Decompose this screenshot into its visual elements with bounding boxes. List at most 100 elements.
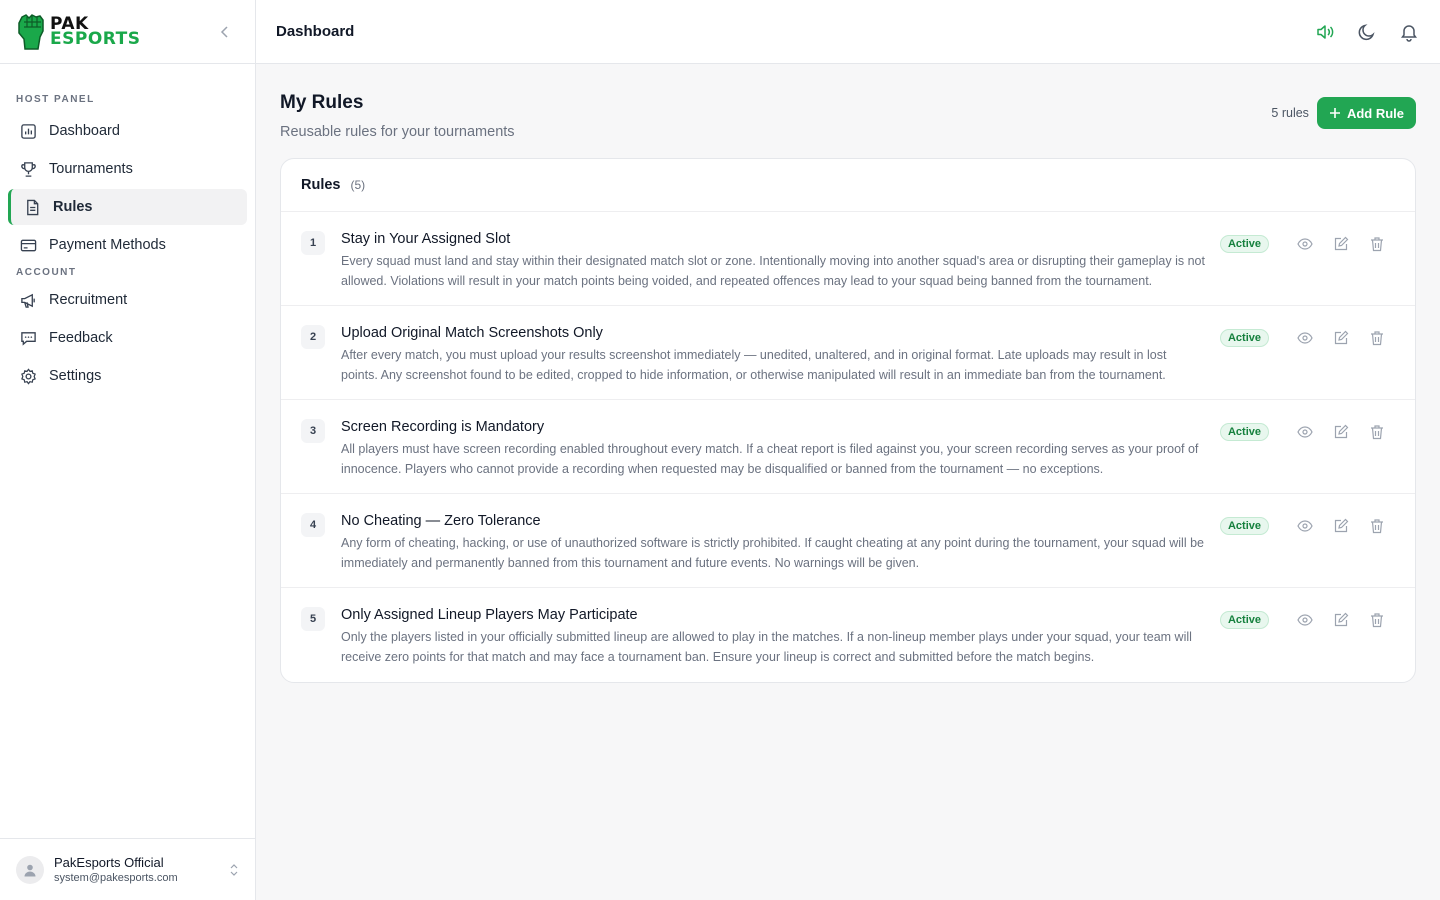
message-icon	[21, 331, 36, 346]
edit-icon	[1334, 612, 1349, 627]
bell-icon	[1401, 24, 1417, 42]
rules-card-title: Rules	[301, 177, 341, 193]
view-rule-button[interactable]	[1287, 329, 1323, 347]
rule-body: Screen Recording is Mandatory All player…	[341, 418, 1206, 493]
edit-rule-button[interactable]	[1323, 423, 1359, 441]
topbar-actions	[1314, 21, 1420, 43]
eye-icon	[1297, 332, 1313, 344]
rule-description: Only the players listed in your official…	[341, 630, 1192, 664]
view-rule-button[interactable]	[1287, 517, 1323, 535]
rule-description: After every match, you must upload your …	[341, 348, 1167, 382]
status-badge: Active	[1219, 517, 1269, 535]
delete-rule-button[interactable]	[1359, 235, 1395, 253]
trash-icon	[1371, 237, 1383, 252]
rules-card: Rules (5) 1 Stay in Your Assigned Slot E…	[280, 158, 1416, 683]
sidebar-item-dashboard[interactable]: Dashboard	[8, 113, 247, 149]
rule-number: 1	[301, 231, 325, 255]
delete-rule-button[interactable]	[1359, 329, 1395, 347]
theme-toggle-button[interactable]	[1356, 21, 1378, 43]
logo[interactable]: PAK ESPORTS	[16, 13, 140, 51]
rule-number: 5	[301, 607, 325, 631]
add-rule-button[interactable]: Add Rule	[1316, 97, 1416, 129]
rule-actions: Active	[1219, 418, 1395, 493]
rule-row: 3 Screen Recording is Mandatory All play…	[281, 400, 1415, 494]
add-rule-label: Add Rule	[1346, 105, 1404, 121]
sidebar-item-settings[interactable]: Settings	[8, 358, 247, 394]
status-badge: Active	[1219, 611, 1269, 629]
trophy-icon	[21, 161, 36, 177]
rules-count-text: 5 rules	[1271, 106, 1309, 120]
eye-icon	[1297, 520, 1313, 532]
sidebar-item-label: Tournaments	[49, 161, 133, 177]
view-rule-button[interactable]	[1287, 235, 1323, 253]
rule-title: Stay in Your Assigned Slot	[341, 231, 511, 247]
megaphone-icon	[21, 293, 35, 308]
trash-icon	[1371, 425, 1383, 440]
edit-rule-button[interactable]	[1323, 329, 1359, 347]
sidebar-item-label: Settings	[49, 368, 102, 384]
sidebar-item-label: Payment Methods	[49, 237, 166, 253]
page-header: My Rules Reusable rules for your tournam…	[280, 64, 1416, 158]
sidebar-item-label: Recruitment	[49, 292, 128, 308]
gear-icon	[21, 367, 36, 385]
edit-rule-button[interactable]	[1323, 611, 1359, 629]
rule-body: Stay in Your Assigned Slot Every squad m…	[341, 230, 1206, 305]
rule-body: Upload Original Match Screenshots Only A…	[341, 324, 1206, 399]
sidebar-nav: HOST PANEL Dashboard Tournaments Rules P…	[0, 64, 255, 394]
edit-rule-button[interactable]	[1323, 235, 1359, 253]
rule-actions: Active	[1219, 324, 1395, 399]
view-rule-button[interactable]	[1287, 611, 1323, 629]
trash-icon	[1371, 613, 1383, 628]
rule-actions: Active	[1219, 230, 1395, 305]
sidebar-item-tournaments[interactable]: Tournaments	[8, 151, 247, 187]
sidebar-item-payment-methods[interactable]: Payment Methods	[8, 227, 247, 263]
section-label-account: ACCOUNT	[16, 267, 77, 278]
rule-number: 4	[301, 513, 325, 537]
delete-rule-button[interactable]	[1359, 611, 1395, 629]
rule-title: No Cheating — Zero Tolerance	[341, 513, 541, 529]
page-header-actions: 5 rules Add Rule	[1271, 97, 1416, 129]
credit-card-icon	[20, 239, 37, 251]
page-title: My Rules	[280, 92, 364, 113]
edit-icon	[1334, 518, 1349, 533]
avatar	[16, 855, 44, 884]
notifications-button[interactable]	[1398, 21, 1420, 43]
delete-rule-button[interactable]	[1359, 423, 1395, 441]
delete-rule-button[interactable]	[1359, 517, 1395, 535]
section-label-host-panel: HOST PANEL	[16, 94, 95, 105]
status-badge: Active	[1219, 235, 1269, 253]
view-rule-button[interactable]	[1287, 423, 1323, 441]
eye-icon	[1297, 426, 1313, 438]
topbar: Dashboard	[256, 0, 1440, 64]
rule-body: Only Assigned Lineup Players May Partici…	[341, 606, 1206, 682]
rule-title: Only Assigned Lineup Players May Partici…	[341, 607, 638, 623]
chevron-left-icon	[220, 26, 228, 38]
sound-toggle-button[interactable]	[1314, 21, 1336, 43]
rule-actions: Active	[1219, 512, 1395, 587]
user-info: PakEsports Official system@pakesports.co…	[54, 855, 219, 884]
edit-icon	[1334, 330, 1349, 345]
status-badge: Active	[1219, 423, 1269, 441]
trash-icon	[1371, 331, 1383, 346]
status-badge: Active	[1219, 329, 1269, 347]
sidebar: PAK ESPORTS HOST PANEL Dashboard Tournam…	[0, 0, 256, 900]
collapse-sidebar-button[interactable]	[215, 22, 235, 42]
chevron-up-down-icon	[230, 863, 238, 876]
topbar-title: Dashboard	[276, 23, 355, 40]
sidebar-item-label: Dashboard	[49, 123, 120, 139]
eye-icon	[1297, 238, 1313, 250]
user-menu[interactable]: PakEsports Official system@pakesports.co…	[0, 838, 255, 900]
rule-title: Screen Recording is Mandatory	[341, 419, 545, 435]
moon-icon	[1358, 23, 1375, 40]
sidebar-item-recruitment[interactable]: Recruitment	[8, 282, 247, 318]
edit-rule-button[interactable]	[1323, 517, 1359, 535]
main-content: My Rules Reusable rules for your tournam…	[280, 64, 1416, 683]
rules-card-count: (5)	[350, 178, 366, 192]
edit-icon	[1334, 424, 1349, 439]
sidebar-item-label: Feedback	[49, 330, 113, 346]
plus-icon	[1329, 108, 1340, 118]
sidebar-item-rules[interactable]: Rules	[8, 189, 247, 225]
sidebar-item-feedback[interactable]: Feedback	[8, 320, 247, 356]
rule-description: Every squad must land and stay within th…	[341, 254, 1205, 288]
rule-body: No Cheating — Zero Tolerance Any form of…	[341, 512, 1206, 587]
